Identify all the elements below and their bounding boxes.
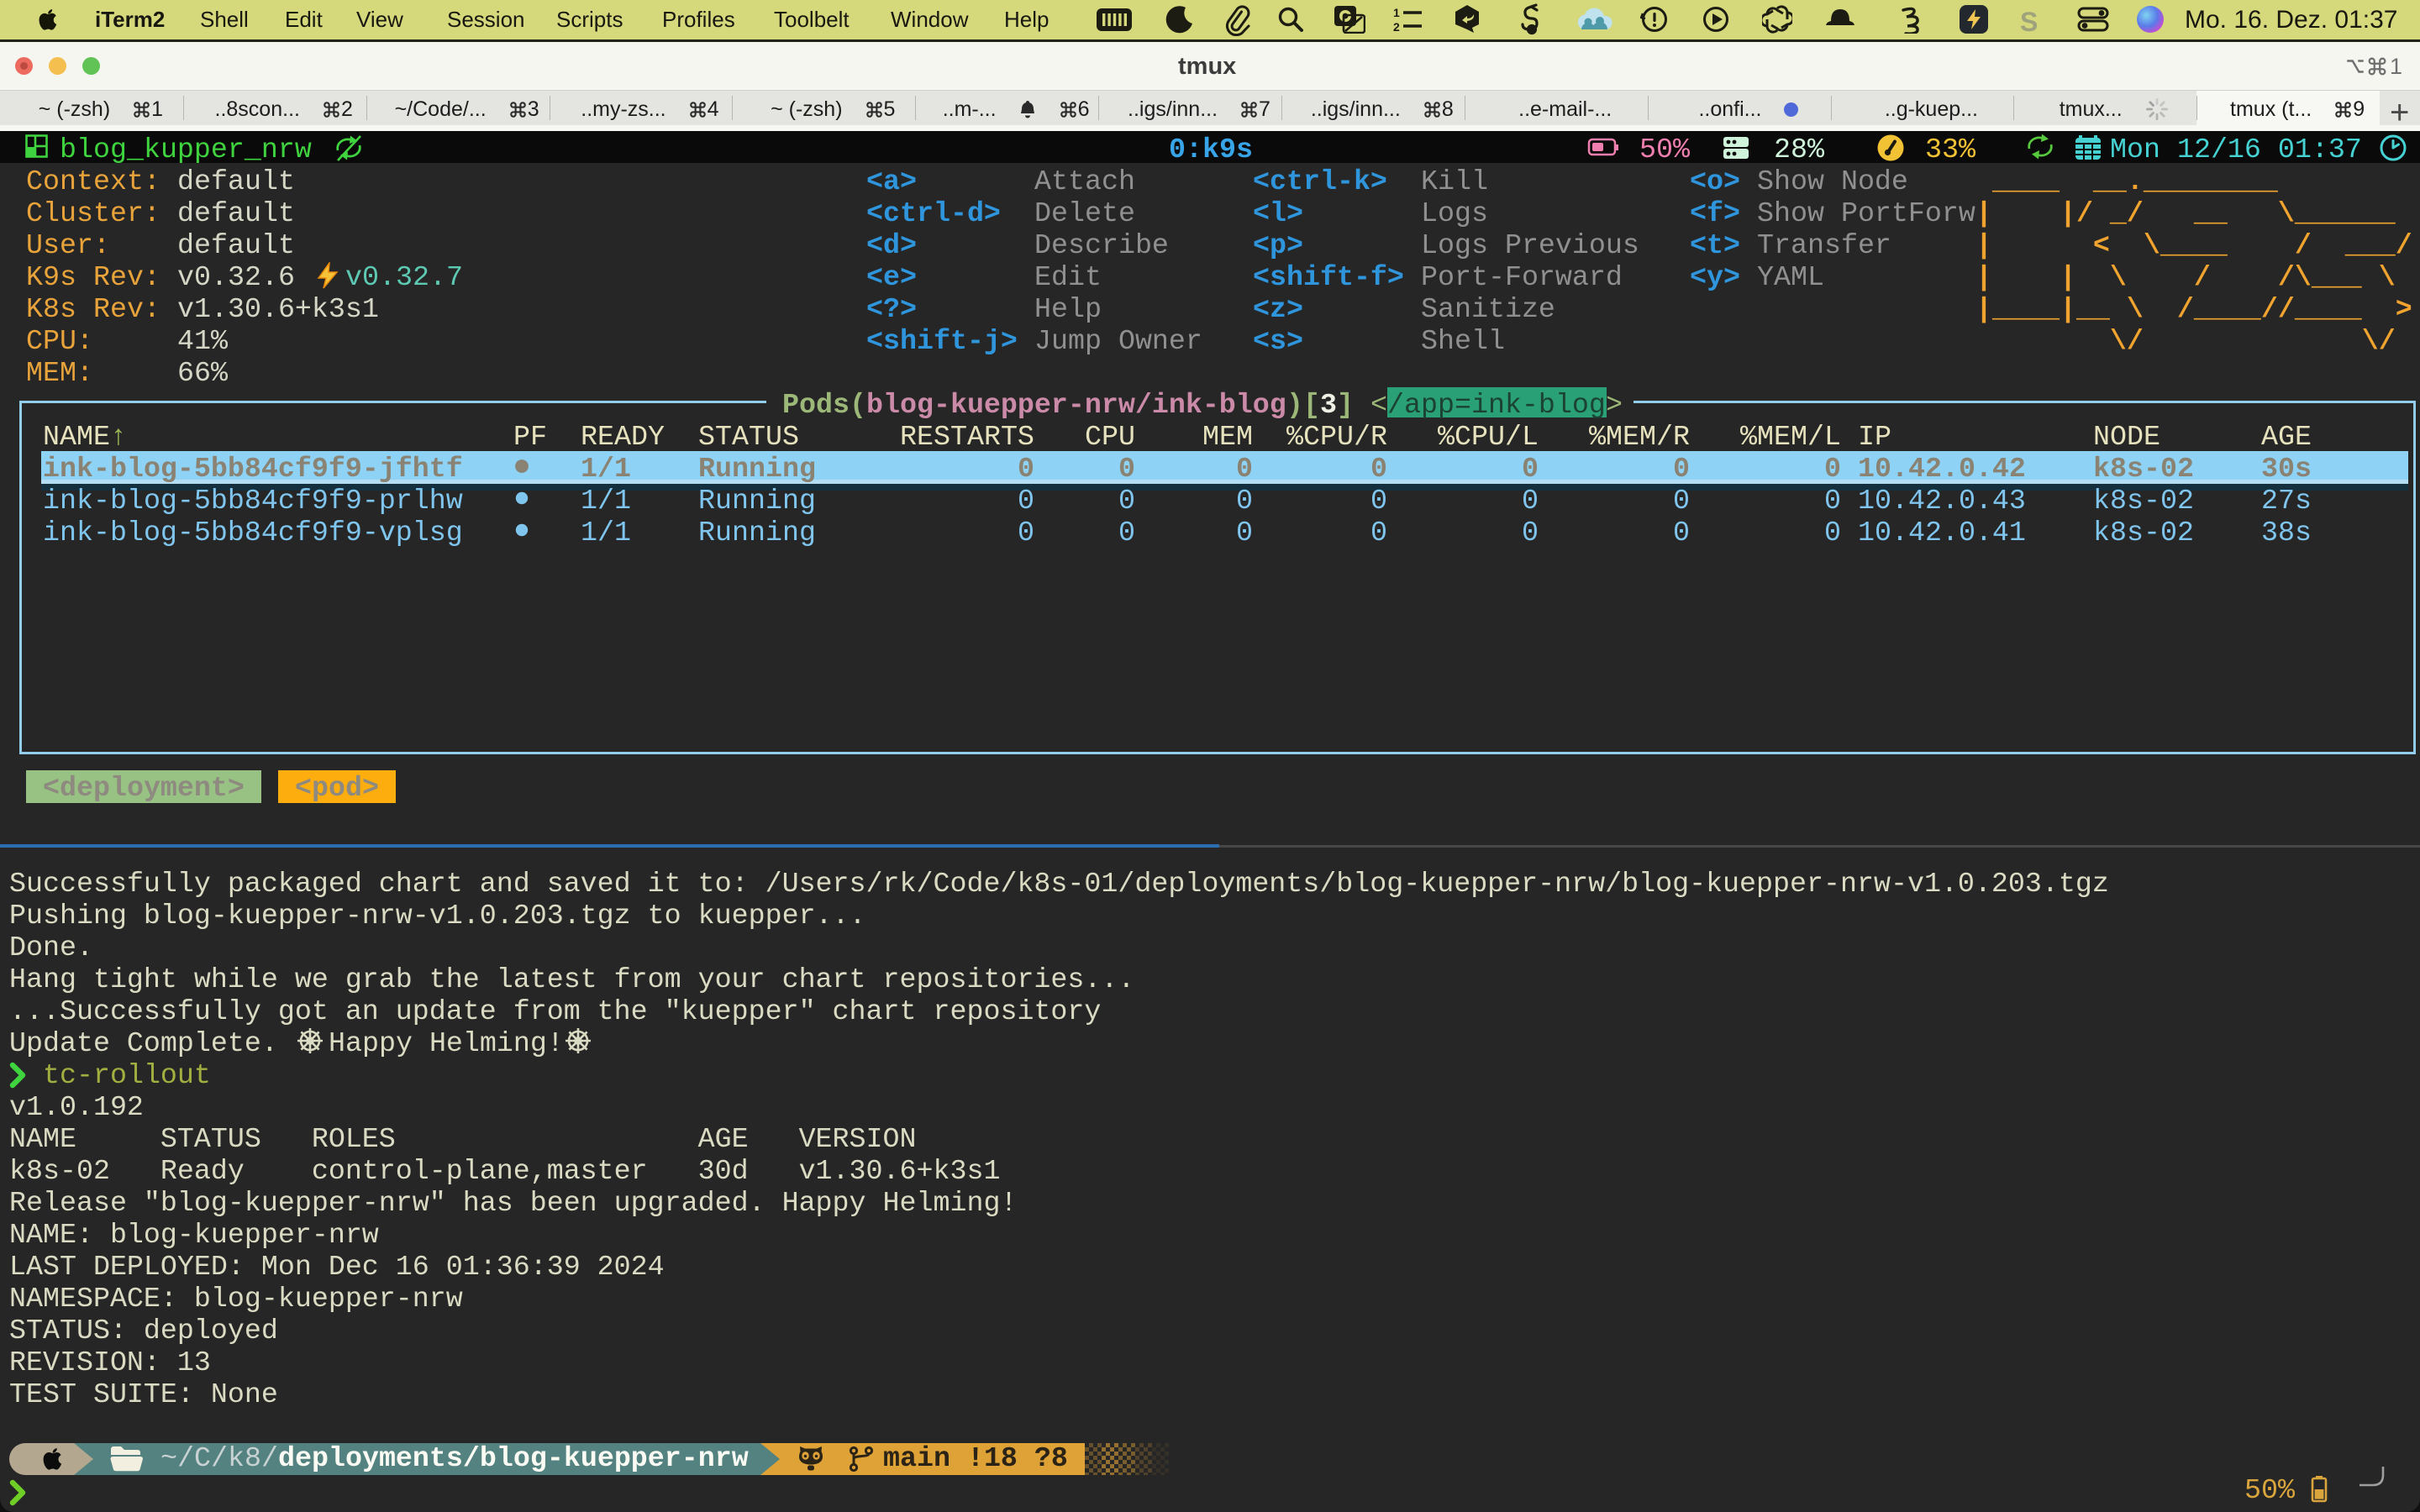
svg-text:2: 2 [1393, 20, 1400, 33]
svg-text:1: 1 [1393, 6, 1400, 19]
